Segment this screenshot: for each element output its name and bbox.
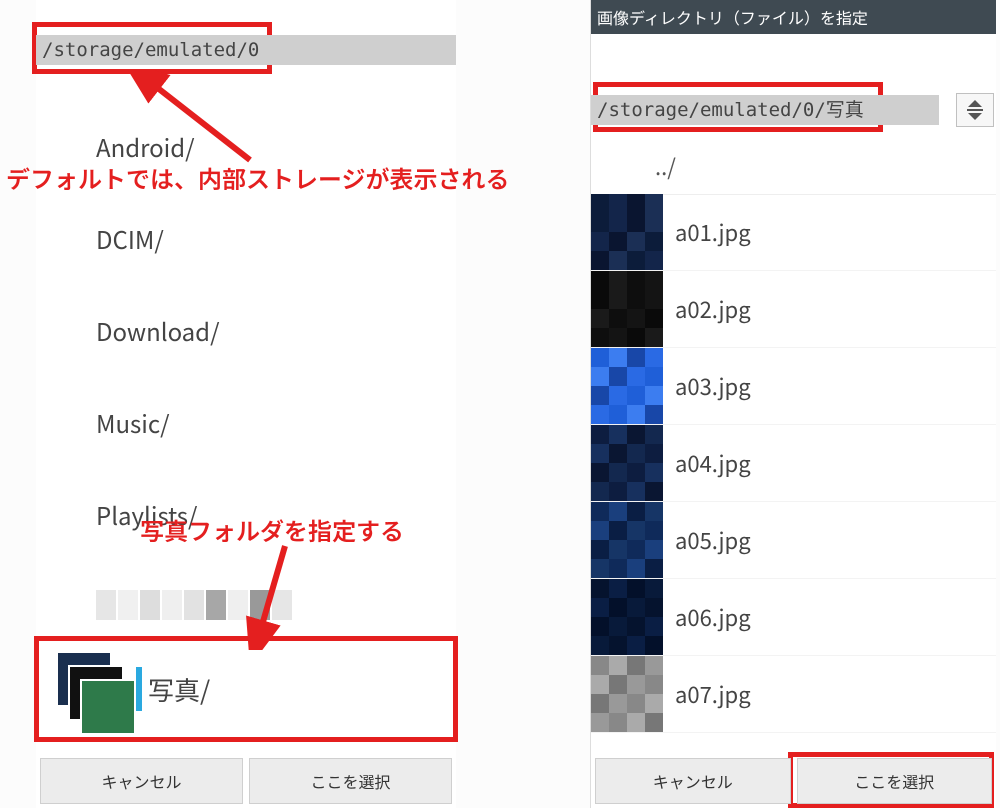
- file-name-label: a03.jpg: [675, 370, 751, 402]
- file-item[interactable]: a01.jpg: [591, 194, 996, 271]
- file-thumbnail-icon: [591, 502, 663, 578]
- file-thumbnail-icon: [591, 194, 663, 270]
- button-bar-left: キャンセル ここを選択: [36, 758, 456, 804]
- dir-item-music[interactable]: Music/: [96, 376, 456, 468]
- sort-button[interactable]: [956, 93, 994, 127]
- app-bar-title: 画像ディレクトリ（ファイル）を指定: [591, 0, 996, 34]
- dir-label: Download/: [96, 313, 219, 348]
- file-thumbnail-icon: [591, 425, 663, 501]
- file-item[interactable]: a06.jpg: [591, 579, 996, 656]
- file-item[interactable]: a07.jpg: [591, 656, 996, 733]
- file-item[interactable]: a02.jpg: [591, 271, 996, 348]
- file-thumbnail-icon: [591, 271, 663, 347]
- select-here-button[interactable]: ここを選択: [249, 758, 452, 804]
- file-name-label: a04.jpg: [675, 447, 751, 479]
- cancel-button[interactable]: キャンセル: [40, 758, 243, 804]
- file-thumbnail-icon: [591, 656, 663, 732]
- up-directory[interactable]: ../: [591, 138, 996, 195]
- file-name-label: a02.jpg: [675, 293, 751, 325]
- dir-item-photos[interactable]: 写真/: [42, 642, 450, 736]
- file-name-label: a05.jpg: [675, 524, 751, 556]
- button-bar-right: キャンセル ここを選択: [591, 758, 996, 804]
- right-phone: 画像ディレクトリ（ファイル）を指定 /storage/emulated/0/写真…: [590, 0, 996, 808]
- dir-label: Android/: [96, 129, 195, 164]
- path-display-right: /storage/emulated/0/写真: [591, 95, 939, 125]
- dir-label: Music/: [96, 405, 170, 440]
- file-item[interactable]: a04.jpg: [591, 425, 996, 502]
- file-item[interactable]: a05.jpg: [591, 502, 996, 579]
- file-thumbnail-icon: [591, 348, 663, 424]
- dir-item-playlists[interactable]: Playlists/: [96, 468, 456, 560]
- path-display-left: /storage/emulated/0: [36, 35, 456, 65]
- dir-item-download[interactable]: Download/: [96, 284, 456, 376]
- selection-indicator-icon: [136, 667, 142, 711]
- chevron-up-icon: [968, 100, 982, 107]
- updir-label: ../: [655, 150, 676, 182]
- file-item[interactable]: a03.jpg: [591, 348, 996, 425]
- chevron-down-icon: [968, 113, 982, 120]
- cancel-button[interactable]: キャンセル: [595, 758, 791, 804]
- file-name-label: a01.jpg: [675, 216, 751, 248]
- file-name-label: a06.jpg: [675, 601, 751, 633]
- left-phone: /storage/emulated/0 Android/ DCIM/ Downl…: [36, 0, 456, 808]
- file-name-label: a07.jpg: [675, 678, 751, 710]
- dir-label: Playlists/: [96, 497, 197, 532]
- dir-item-android[interactable]: Android/: [96, 100, 456, 192]
- sort-bar-icon: [967, 109, 983, 111]
- dir-item-dcim[interactable]: DCIM/: [96, 192, 456, 284]
- stacked-thumbnails-icon: [54, 651, 130, 727]
- file-list: a01.jpg a02.jpg a03.jpg a04.jpg a05.jpg a06.j…: [591, 194, 996, 754]
- dir-label: 写真/: [148, 671, 210, 708]
- dir-label: DCIM/: [96, 221, 164, 256]
- file-thumbnail-icon: [591, 579, 663, 655]
- select-here-button[interactable]: ここを選択: [797, 758, 993, 804]
